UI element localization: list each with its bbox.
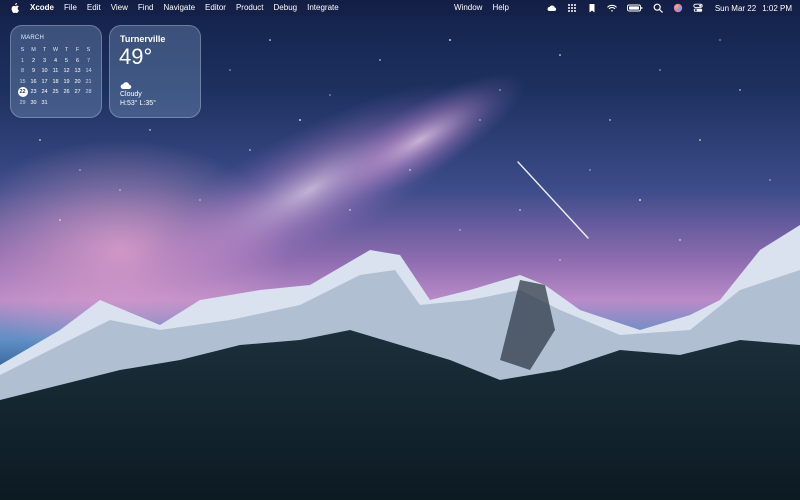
menu-integrate[interactable]: Integrate — [307, 0, 339, 16]
calendar-grid: S M T W T F S 1 2 3 4 5 6 7 8 9 10 11 12… — [17, 45, 97, 108]
weather-high-low: H:53° L:35° — [120, 100, 156, 107]
control-center-icon[interactable] — [693, 3, 703, 13]
calendar-day: 13 — [74, 68, 81, 75]
calendar-weekday: M — [31, 47, 36, 54]
calendar-day: 20 — [74, 78, 81, 85]
calendar-day: 29 — [19, 99, 26, 106]
calendar-day: 17 — [41, 78, 48, 85]
calendar-day: 15 — [19, 78, 26, 85]
menu-file[interactable]: File — [64, 0, 77, 16]
calendar-day: 21 — [85, 78, 92, 85]
menu-bar-status: Sun Mar 22 1:02 PM — [537, 0, 792, 16]
menu-bar-secondary: Window Help — [454, 0, 519, 16]
calendar-day: 3 — [42, 57, 47, 64]
menu-bar-left: Xcode File Edit View Find Navigate Edito… — [0, 0, 349, 16]
calendar-day: 19 — [63, 78, 70, 85]
calendar-day: 7 — [86, 57, 91, 64]
desktop: Xcode File Edit View Find Navigate Edito… — [0, 0, 800, 500]
calendar-day: 31 — [41, 99, 48, 106]
weather-temperature: 49° — [119, 44, 153, 69]
bookmark-icon[interactable] — [587, 3, 597, 13]
calendar-day: 23 — [30, 89, 37, 96]
calendar-day: 18 — [52, 78, 59, 85]
calendar-day: 24 — [41, 89, 48, 96]
menu-bar-date[interactable]: Sun Mar 22 — [715, 4, 756, 13]
calendar-day: 4 — [53, 57, 58, 64]
calendar-day: 14 — [85, 68, 92, 75]
menu-bar: Xcode File Edit View Find Navigate Edito… — [0, 0, 800, 16]
menu-window[interactable]: Window — [454, 0, 482, 16]
weather-widget[interactable]: Turnerville 49° Cloudy H:53° L:35° — [109, 25, 201, 118]
calendar-weekday: W — [52, 47, 59, 54]
calendar-day: 27 — [74, 89, 81, 96]
calendar-day: 11 — [52, 68, 59, 75]
menu-debug[interactable]: Debug — [274, 0, 298, 16]
calendar-day: 5 — [64, 57, 69, 64]
calendar-day: 10 — [41, 68, 48, 75]
calendar-day-today: 22 — [17, 87, 28, 98]
siri-icon[interactable] — [673, 3, 683, 13]
menu-product[interactable]: Product — [236, 0, 264, 16]
calendar-day: 2 — [31, 57, 36, 64]
calendar-day: 9 — [31, 68, 36, 75]
menu-edit[interactable]: Edit — [87, 0, 101, 16]
menu-find[interactable]: Find — [138, 0, 154, 16]
calendar-day: 1 — [20, 57, 25, 64]
wifi-icon[interactable] — [607, 3, 617, 13]
battery-icon[interactable] — [626, 3, 643, 13]
calendar-day: 16 — [30, 78, 37, 85]
calendar-day: 30 — [30, 99, 37, 106]
menu-bar-time[interactable]: 1:02 PM — [762, 4, 792, 13]
calendar-weekday: S — [20, 47, 25, 54]
weather-condition: Cloudy — [120, 91, 142, 98]
calendar-month: MARCH — [21, 35, 44, 41]
menu-editor[interactable]: Editor — [205, 0, 226, 16]
grid-icon[interactable] — [567, 3, 577, 13]
calendar-day: 26 — [63, 89, 70, 96]
cloud-icon — [120, 82, 132, 90]
calendar-weekday: S — [86, 47, 91, 54]
calendar-day: 25 — [52, 89, 59, 96]
calendar-weekday: F — [75, 47, 80, 54]
calendar-day: 28 — [85, 89, 92, 96]
apple-logo-icon[interactable] — [10, 3, 20, 13]
calendar-weekday: T — [42, 47, 47, 54]
calendar-day: 6 — [75, 57, 80, 64]
calendar-day: 8 — [20, 68, 25, 75]
menu-help[interactable]: Help — [492, 0, 508, 16]
calendar-widget[interactable]: MARCH S M T W T F S 1 2 3 4 5 6 7 8 9 10… — [10, 25, 102, 118]
menu-app-name[interactable]: Xcode — [30, 0, 54, 16]
menu-view[interactable]: View — [111, 0, 128, 16]
cloud-icon[interactable] — [547, 3, 557, 13]
calendar-day: 12 — [63, 68, 70, 75]
search-icon[interactable] — [653, 3, 663, 13]
calendar-weekday: T — [64, 47, 69, 54]
weather-city: Turnerville — [120, 34, 166, 44]
menu-navigate[interactable]: Navigate — [163, 0, 195, 16]
